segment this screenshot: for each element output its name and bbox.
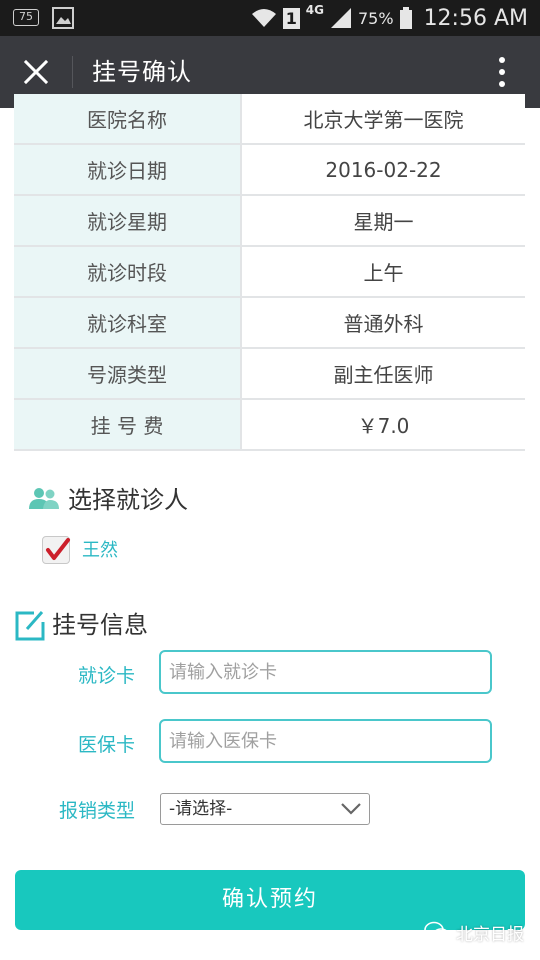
reimbursement-label: 报销类型 bbox=[58, 800, 135, 822]
row-value: 上午 bbox=[241, 246, 525, 298]
row-label: 就诊科室 bbox=[14, 297, 242, 349]
table-row: 号源类型 副主任医师 bbox=[14, 348, 525, 400]
table-row: 就诊科室 普通外科 bbox=[14, 297, 525, 349]
patient-checkbox[interactable] bbox=[42, 536, 70, 564]
people-icon bbox=[29, 488, 59, 509]
row-label: 就诊星期 bbox=[14, 195, 242, 247]
clock: 12:56 AM bbox=[423, 5, 528, 31]
wifi-icon bbox=[251, 9, 276, 27]
row-value: 普通外科 bbox=[241, 297, 525, 349]
insurance-card-input[interactable] bbox=[159, 719, 492, 763]
row-label: 挂 号 费 bbox=[14, 399, 242, 451]
battery-icon bbox=[399, 7, 412, 29]
appointment-info-table: 医院名称 北京大学第一医院 就诊日期 2016-02-22 就诊星期 星期一 就… bbox=[14, 94, 525, 451]
select-value: -请选择- bbox=[169, 799, 233, 819]
row-label: 医院名称 bbox=[14, 94, 242, 145]
watermark-text: 北京日报 bbox=[456, 924, 524, 945]
patient-name[interactable]: 王然 bbox=[82, 536, 118, 562]
close-icon[interactable] bbox=[18, 54, 54, 90]
row-label: 号源类型 bbox=[14, 348, 242, 400]
row-value: ￥7.0 bbox=[241, 399, 525, 451]
row-value: 副主任医师 bbox=[241, 348, 525, 400]
medical-card-input[interactable] bbox=[159, 650, 492, 694]
network-type: 4G bbox=[305, 3, 324, 17]
table-row: 医院名称 北京大学第一医院 bbox=[14, 94, 525, 145]
app-bar-divider bbox=[72, 56, 73, 88]
checkmark-icon bbox=[46, 538, 70, 560]
row-value: 2016-02-22 bbox=[241, 144, 525, 196]
signal-icon bbox=[331, 8, 351, 28]
reimbursement-type-select[interactable]: -请选择- bbox=[160, 793, 370, 825]
table-row: 就诊星期 星期一 bbox=[14, 195, 525, 247]
status-right: 1 4G 75% 12:56 AM bbox=[251, 0, 528, 36]
image-notification-icon bbox=[52, 7, 74, 29]
more-menu-icon[interactable] bbox=[492, 54, 512, 90]
table-row: 就诊日期 2016-02-22 bbox=[14, 144, 525, 196]
row-label: 就诊日期 bbox=[14, 144, 242, 196]
battery-percent: 75% bbox=[358, 8, 394, 28]
status-bar: 75 1 4G 75% 12:56 AM bbox=[0, 0, 540, 36]
row-value: 星期一 bbox=[241, 195, 525, 247]
chevron-down-icon bbox=[341, 803, 361, 815]
row-value: 北京大学第一医院 bbox=[241, 94, 525, 145]
table-row: 就诊时段 上午 bbox=[14, 246, 525, 298]
watermark: 北京日报 bbox=[424, 920, 524, 945]
notification-badge: 75 bbox=[13, 9, 39, 26]
edit-icon bbox=[15, 611, 45, 641]
patient-section-title: 选择就诊人 bbox=[68, 486, 188, 514]
registration-section-title: 挂号信息 bbox=[52, 611, 148, 639]
row-label: 就诊时段 bbox=[14, 246, 242, 298]
insurance-label: 医保卡 bbox=[77, 734, 135, 756]
table-row: 挂 号 费 ￥7.0 bbox=[14, 399, 525, 451]
card-label: 就诊卡 bbox=[77, 665, 135, 687]
sim-icon: 1 bbox=[282, 7, 300, 29]
wechat-icon bbox=[424, 921, 450, 942]
